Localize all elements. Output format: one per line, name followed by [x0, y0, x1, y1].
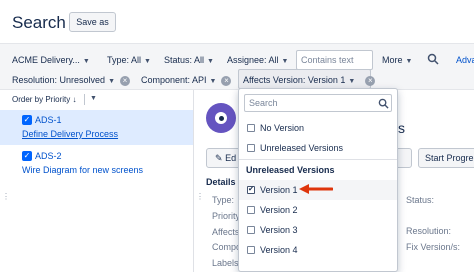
annotation-arrow-icon [299, 184, 333, 194]
clear-icon[interactable]: × [120, 75, 130, 86]
project-filter[interactable]: ACME Delivery... ▼ [12, 51, 90, 69]
issue-summary[interactable]: Define Delivery Process [22, 129, 118, 139]
pencil-icon: ✎ [215, 153, 223, 163]
checkbox[interactable] [247, 144, 255, 152]
issue-title: s [398, 120, 405, 136]
save-as-button[interactable]: Save as [69, 12, 116, 32]
type-filter[interactable]: Type: All ▼ [107, 51, 151, 69]
divider [84, 94, 85, 105]
issue-key[interactable]: ADS-2 [35, 151, 62, 161]
option-label: Version 3 [260, 225, 298, 235]
chevron-down-icon: ▼ [207, 58, 214, 65]
chevron-down-icon: ▼ [144, 58, 151, 65]
contains-text-input[interactable]: Contains text [296, 50, 373, 70]
affects-version-filter-label: Affects Version: Version 1 [243, 75, 346, 85]
option-label: Version 1 [260, 185, 298, 195]
affects-version-filter-content[interactable]: Affects Version: Version 1 ▼ × [243, 71, 376, 89]
fix-version-label: Fix Version/s: [406, 242, 461, 252]
chevron-down-icon[interactable]: ▼ [90, 95, 97, 102]
option-unreleased-versions[interactable]: Unreleased Versions [239, 138, 397, 158]
resize-handle-icon[interactable]: ⋮ [2, 192, 10, 201]
labels-label: Labels [212, 258, 239, 268]
group-heading: Unreleased Versions [246, 165, 335, 175]
order-by-control[interactable]: Order by Priority ↓ [12, 95, 76, 104]
story-icon: ✓ [22, 115, 32, 125]
details-heading: Details [206, 177, 236, 187]
project-filter-label: ACME Delivery... [12, 55, 80, 65]
page-title: Search [12, 13, 66, 32]
component-filter[interactable]: Component: API ▼ × [141, 71, 232, 89]
resize-handle-icon[interactable]: ⋮ [196, 192, 204, 201]
search-icon [378, 98, 389, 109]
option-label: Version 4 [260, 245, 298, 255]
component-filter-label: Component: API [141, 75, 207, 85]
story-icon: ✓ [22, 151, 32, 161]
issue-key[interactable]: ADS-1 [35, 115, 62, 125]
order-by-label: Order by Priority [12, 95, 71, 104]
clear-icon[interactable]: × [365, 75, 376, 86]
start-progress-button[interactable]: Start Progre [418, 148, 474, 168]
avatar-pupil-icon [219, 116, 224, 121]
option-label: Version 2 [260, 205, 298, 215]
issue-summary[interactable]: Wire Diagram for new screens [22, 165, 143, 175]
version-search-input[interactable]: Search [244, 94, 392, 112]
checkbox[interactable] [247, 226, 255, 234]
status-label: Status: [406, 195, 435, 205]
resolution-filter[interactable]: Resolution: Unresolved ▼ × [12, 71, 130, 89]
chevron-down-icon: ▼ [82, 58, 90, 65]
status-filter[interactable]: Status: All ▼ [164, 51, 214, 69]
filter-bar: ACME Delivery... ▼ Type: All ▼ Status: All… [0, 43, 474, 90]
search-icon[interactable] [427, 53, 439, 65]
resolution-label: Resolution: [406, 226, 452, 236]
option-version-3[interactable]: Version 3 [239, 220, 397, 240]
option-no-version[interactable]: No Version [239, 118, 397, 138]
checkbox[interactable] [247, 206, 255, 214]
edit-label: Ed [225, 153, 237, 163]
chevron-down-icon: ▼ [405, 58, 413, 65]
chevron-down-icon: ▼ [209, 78, 217, 85]
resolution-filter-label: Resolution: Unresolved [12, 75, 106, 85]
checkbox[interactable] [247, 124, 255, 132]
status-filter-label: Status: All [164, 55, 205, 65]
advanced-search-link[interactable]: Adva [456, 51, 474, 69]
contains-text-placeholder: Contains text [301, 55, 354, 65]
type-filter-label: Type: All [107, 55, 142, 65]
option-version-2[interactable]: Version 2 [239, 200, 397, 220]
clear-icon[interactable]: × [221, 75, 232, 86]
component-label: Compo [212, 242, 242, 252]
checkmark-icon[interactable]: ✔ [247, 186, 255, 194]
option-version-4[interactable]: Version 4 [239, 240, 397, 260]
assignee-filter[interactable]: Assignee: All ▼ [227, 51, 288, 69]
assignee-filter-label: Assignee: All [227, 55, 279, 65]
priority-label: Priority [212, 211, 241, 221]
search-placeholder: Search [249, 98, 278, 108]
affects-label: Affects [212, 227, 240, 237]
more-filter-label: More [382, 55, 403, 65]
chevron-down-icon: ▼ [108, 78, 115, 85]
checkbox[interactable] [247, 246, 255, 254]
type-label: Type: [212, 195, 235, 205]
option-label: Unreleased Versions [260, 143, 344, 153]
arrow-down-icon: ↓ [72, 95, 77, 104]
divider [239, 159, 397, 160]
option-label: No Version [260, 123, 305, 133]
more-filter[interactable]: More ▼ [382, 51, 412, 69]
